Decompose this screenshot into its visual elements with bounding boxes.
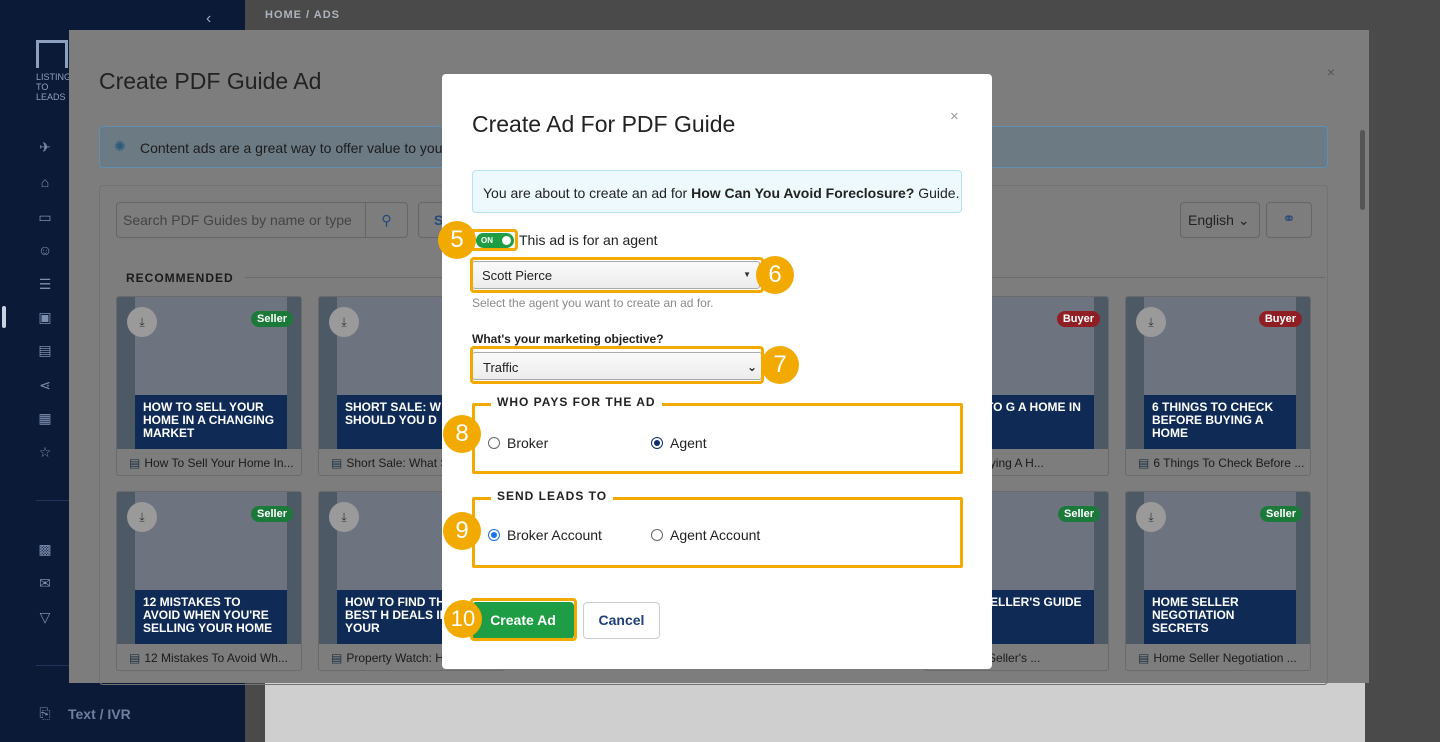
document-icon: ▤ [331,456,343,470]
cancel-button[interactable]: Cancel [583,602,660,639]
lightbulb-icon: ✺ [114,138,126,154]
highlight-objective-select [470,346,764,384]
gift-icon[interactable]: ▩ [36,540,54,558]
who-pays-fieldset: WHO PAYS FOR THE AD Broker Agent [472,395,963,474]
guide-name: How Can You Avoid Foreclosure? [691,185,915,201]
send-leads-legend: SEND LEADS TO [491,489,614,503]
guide-info-alert: You are about to create an ad for How Ca… [472,170,962,213]
chevron-down-icon: ⌄ [1237,212,1250,228]
text-ivr-icon[interactable]: ⎘ [36,704,54,722]
step-marker-5: 5 [438,221,476,259]
document-icon: ▤ [129,651,141,665]
search-button[interactable]: ⚲ [365,203,407,237]
guide-caption: ▤ Home Seller Negotiation ... [1138,651,1297,665]
status-badge: Buyer [1258,311,1302,327]
radio-broker-pays[interactable]: Broker [488,435,548,451]
calendar-icon[interactable]: ▦ [36,409,54,427]
guide-card[interactable]: 12 MISTAKES TO AVOID WHEN YOU'RE SELLING… [116,491,302,671]
collapse-sidebar-icon[interactable]: ‹ [206,10,211,28]
gallery-icon[interactable]: ▤ [36,341,54,359]
briefcase-icon[interactable]: ▭ [36,208,54,226]
list-icon[interactable]: ☰ [36,275,54,293]
download-icon[interactable]: ⤓ [329,502,359,532]
radio-agent-pays[interactable]: Agent [651,435,707,451]
recommended-heading: RECOMMENDED [126,271,234,285]
step-marker-10: 10 [444,600,482,638]
step-marker-6: 6 [756,256,794,294]
agent-help-text: Select the agent you want to create an a… [472,296,714,310]
radio-agent-account[interactable]: Agent Account [651,527,760,543]
who-pays-legend: WHO PAYS FOR THE AD [491,395,662,409]
send-leads-fieldset: SEND LEADS TO Broker Account Agent Accou… [472,489,963,568]
guide-card[interactable]: HOME SELLER NEGOTIATION SECRETS ⤓ Seller… [1125,491,1311,671]
agent-toggle-label: This ad is for an agent [519,232,658,248]
highlight-create-button [470,598,577,641]
radio-broker-account[interactable]: Broker Account [488,527,602,543]
home-icon[interactable]: ⌂ [36,173,54,191]
highlight-toggle [470,229,518,251]
breadcrumb: HOME / ADS [265,9,340,21]
scrollbar[interactable] [1360,130,1365,210]
guide-card[interactable]: HOW TO SELL YOUR HOME IN A CHANGING MARK… [116,296,302,476]
users-icon[interactable]: ☺ [36,241,54,259]
background-content [265,683,1365,742]
link-button[interactable]: ⚭ [1266,202,1312,238]
ads-icon[interactable]: ▣ [36,308,54,326]
highlight-agent-select [470,257,764,293]
status-badge: Seller [1260,506,1302,522]
download-icon[interactable]: ⤓ [329,307,359,337]
language-select[interactable]: English ⌄ [1180,202,1260,238]
mail-icon[interactable]: ✉ [36,574,54,592]
status-badge: Seller [1058,506,1100,522]
active-indicator [2,306,6,328]
status-badge: Seller [251,311,293,327]
status-badge: Buyer [1056,311,1100,327]
close-icon[interactable]: × [950,108,959,125]
search-input[interactable] [117,203,367,237]
document-icon: ▤ [331,651,343,665]
filter-icon[interactable]: ▽ [36,608,54,626]
search-icon: ⚲ [381,212,392,228]
document-icon: ▤ [1138,456,1150,470]
document-icon: ▤ [129,456,141,470]
step-marker-8: 8 [443,415,481,453]
modal-title: Create Ad For PDF Guide [472,111,736,137]
guide-caption: ▤ How To Sell Your Home In... [129,456,294,470]
objective-label: What's your marketing objective? [472,332,664,346]
star-icon[interactable]: ☆ [36,443,54,461]
app-logo: LISTING TO LEADS [36,40,71,102]
rocket-icon[interactable]: ✈ [36,138,54,156]
link-icon: ⚭ [1282,211,1296,228]
download-icon[interactable]: ⤓ [127,307,157,337]
download-icon[interactable]: ⤓ [1136,502,1166,532]
sidebar-item-text-ivr[interactable]: Text / IVR [68,706,131,722]
step-marker-7: 7 [761,346,799,384]
download-icon[interactable]: ⤓ [1136,307,1166,337]
search-box: ⚲ [116,202,408,238]
share-icon[interactable]: ⋖ [36,376,54,394]
big-modal-title: Create PDF Guide Ad [99,68,322,94]
step-marker-9: 9 [443,512,481,550]
guide-card[interactable]: 6 THINGS TO CHECK BEFORE BUYING A HOME ⤓… [1125,296,1311,476]
guide-caption: ▤ 6 Things To Check Before ... [1138,456,1305,470]
guide-caption: ▤ 12 Mistakes To Avoid Wh... [129,651,288,665]
status-badge: Seller [251,506,293,522]
big-modal-close-icon[interactable]: × [1327,64,1335,80]
download-icon[interactable]: ⤓ [127,502,157,532]
document-icon: ▤ [1138,651,1150,665]
